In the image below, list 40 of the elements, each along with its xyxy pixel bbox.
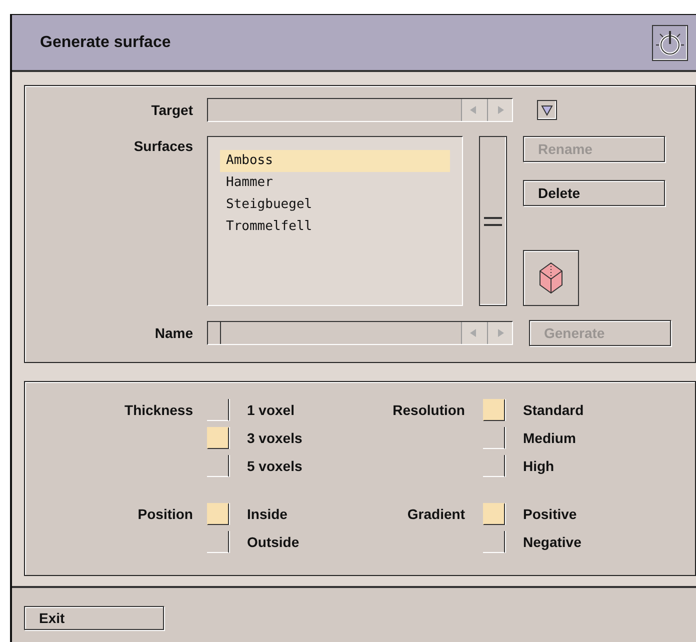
caret-icon [541, 104, 553, 116]
cube-icon [539, 262, 563, 294]
toggle-button[interactable] [483, 455, 505, 477]
group-label: Thickness [124, 401, 194, 420]
scroll-arrows-icon [461, 322, 512, 344]
toggle-button[interactable] [207, 455, 229, 477]
list-item[interactable]: Amboss [220, 150, 450, 172]
option-label: Standard [523, 402, 584, 418]
list-item[interactable]: Hammer [220, 172, 450, 194]
list-item[interactable]: Steigbuegel [220, 194, 450, 216]
surfaces-label: Surfaces [132, 138, 194, 154]
cube-button[interactable] [523, 250, 579, 306]
list-item[interactable]: Trommelfell [220, 216, 450, 238]
toggle-button[interactable] [483, 427, 505, 449]
option-label: 5 voxels [247, 458, 302, 474]
option-label: Positive [523, 506, 577, 522]
delete-button[interactable]: Delete [523, 180, 665, 206]
toggle-button[interactable] [483, 531, 505, 553]
target-field[interactable] [207, 98, 513, 122]
name-label: Name [154, 325, 194, 341]
option-label: 1 voxel [247, 402, 294, 418]
toggle-button[interactable] [207, 399, 229, 421]
toggle-button[interactable] [207, 531, 229, 553]
scroll-arrows-icon [461, 99, 512, 121]
group-label: Position [136, 505, 194, 524]
option-label: Negative [523, 534, 582, 550]
window-title: Generate surface [40, 34, 171, 52]
dropdown-button[interactable] [537, 100, 557, 120]
power-button[interactable] [652, 24, 688, 60]
group-label: Gradient [406, 505, 466, 524]
exit-button[interactable]: Exit [24, 606, 164, 630]
option-label: Outside [247, 534, 300, 550]
option-label: 3 voxels [247, 430, 302, 446]
name-field[interactable] [207, 321, 513, 345]
option-label: Medium [523, 430, 576, 446]
scrollbar[interactable] [479, 136, 507, 306]
target-label: Target [150, 102, 194, 118]
option-label: Inside [247, 506, 288, 522]
option-label: High [523, 458, 554, 474]
group-label: Resolution [392, 401, 466, 420]
